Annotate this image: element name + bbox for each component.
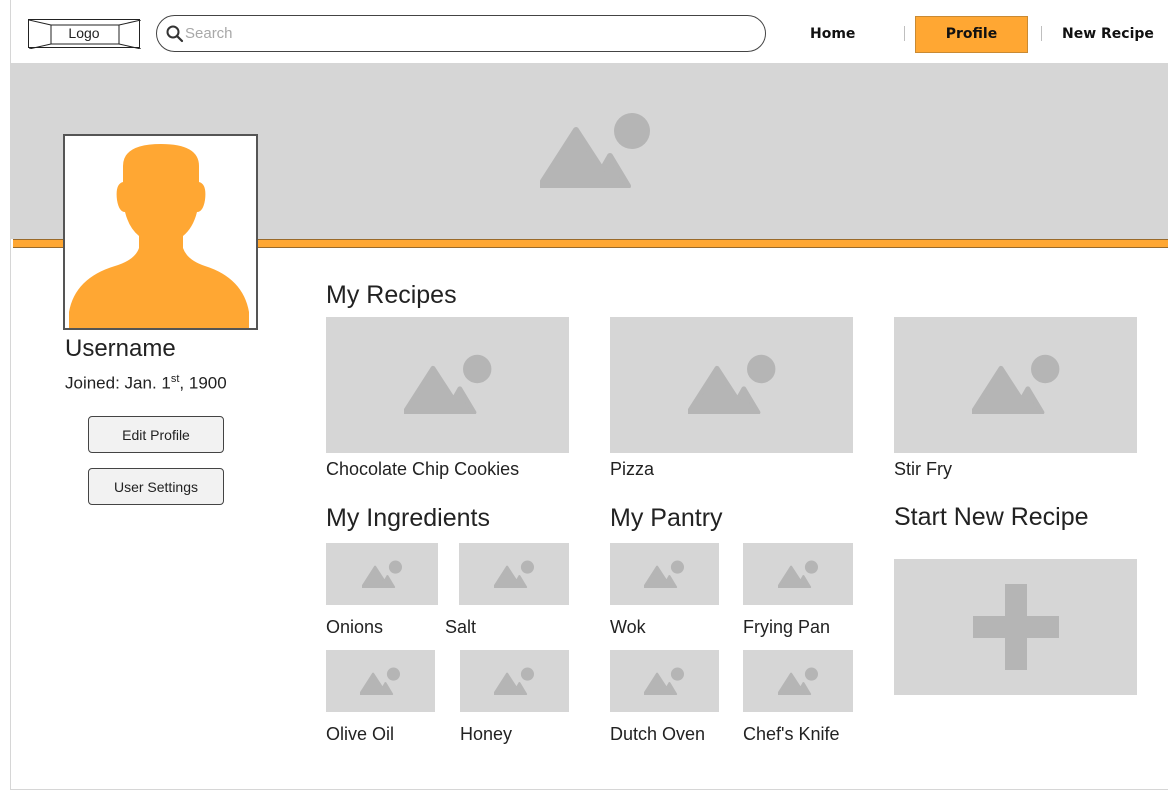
- image-icon: [360, 667, 400, 695]
- pantry-image[interactable]: [743, 543, 853, 605]
- image-icon: [494, 560, 534, 588]
- recipe-card-image[interactable]: [610, 317, 853, 453]
- image-icon: [778, 560, 818, 588]
- pantry-label[interactable]: Dutch Oven: [610, 724, 705, 745]
- ingredient-label[interactable]: Honey: [460, 724, 512, 745]
- image-icon: [644, 560, 684, 588]
- image-icon: [688, 354, 776, 414]
- image-icon: [644, 667, 684, 695]
- pantry-label[interactable]: Chef's Knife: [743, 724, 840, 745]
- ingredient-image[interactable]: [326, 650, 435, 712]
- nav-home[interactable]: Home: [810, 26, 855, 42]
- recipe-card-label[interactable]: Chocolate Chip Cookies: [326, 459, 519, 480]
- pantry-image[interactable]: [610, 650, 719, 712]
- ingredient-image[interactable]: [460, 650, 569, 712]
- nav-separator: [904, 26, 905, 41]
- pantry-label[interactable]: Frying Pan: [743, 617, 830, 638]
- ingredient-image[interactable]: [326, 543, 438, 605]
- ingredient-label[interactable]: Onions: [326, 617, 383, 638]
- pantry-image[interactable]: [610, 543, 719, 605]
- recipe-card-label[interactable]: Pizza: [610, 459, 654, 480]
- user-silhouette-icon: [69, 144, 249, 328]
- my-ingredients-title: My Ingredients: [326, 504, 490, 532]
- ingredient-label[interactable]: Olive Oil: [326, 724, 394, 745]
- nav-separator: [1041, 26, 1042, 41]
- search-icon: [166, 25, 184, 43]
- search-input[interactable]: [185, 22, 745, 44]
- logo-label: Logo: [68, 25, 100, 41]
- recipe-card-image[interactable]: [326, 317, 569, 453]
- recipe-card-label[interactable]: Stir Fry: [894, 459, 952, 480]
- ingredient-label[interactable]: Salt: [445, 617, 476, 638]
- avatar[interactable]: [63, 134, 258, 330]
- pantry-image[interactable]: [743, 650, 853, 712]
- search-bar[interactable]: [156, 15, 766, 52]
- start-new-recipe-title: Start New Recipe: [894, 503, 1089, 531]
- plus-icon: [973, 616, 1059, 638]
- nav-profile[interactable]: Profile: [915, 16, 1028, 53]
- user-settings-button[interactable]: User Settings: [88, 468, 224, 505]
- username: Username: [65, 335, 176, 362]
- my-pantry-title: My Pantry: [610, 504, 723, 532]
- pantry-label[interactable]: Wok: [610, 617, 646, 638]
- joined-date: Joined: Jan. 1st, 1900: [65, 373, 227, 393]
- image-icon: [362, 560, 402, 588]
- image-icon: [972, 354, 1060, 414]
- nav-new-recipe[interactable]: New Recipe: [1062, 26, 1154, 42]
- image-icon: [404, 354, 492, 414]
- my-recipes-title: My Recipes: [326, 281, 457, 309]
- edit-profile-button[interactable]: Edit Profile: [88, 416, 224, 453]
- image-icon: [494, 667, 534, 695]
- ingredient-image[interactable]: [459, 543, 569, 605]
- start-new-recipe-button[interactable]: [894, 559, 1137, 695]
- image-icon: [540, 113, 650, 188]
- recipe-card-image[interactable]: [894, 317, 1137, 453]
- image-icon: [778, 667, 818, 695]
- logo[interactable]: Logo: [28, 19, 141, 49]
